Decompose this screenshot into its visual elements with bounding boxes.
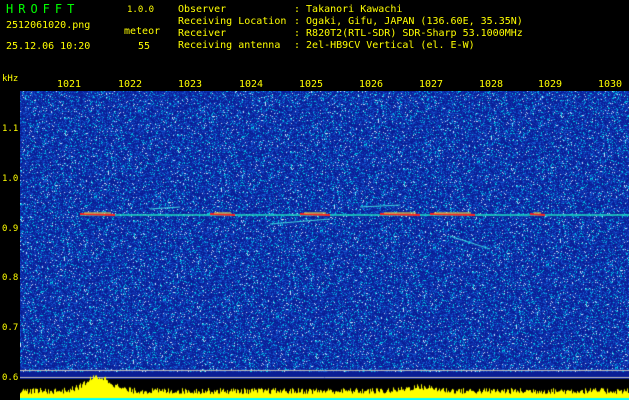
antenna-label: Receiving antenna bbox=[178, 40, 281, 51]
location-label: Receiving Location bbox=[178, 16, 287, 27]
antenna-value: : 2el-HB9CV Vertical (el. E-W) bbox=[294, 40, 475, 51]
receiver-value: : R820T2(RTL-SDR) SDR-Sharp 53.1000MHz bbox=[294, 28, 523, 39]
y-tick-1-0: 1.0 bbox=[2, 174, 19, 184]
file-datetime: 25.12.06 10:20 bbox=[6, 41, 91, 52]
app-title: HROFFT bbox=[6, 2, 80, 16]
receiver-label: Receiver bbox=[178, 28, 227, 39]
y-tick-0-9: 0.9 bbox=[2, 224, 19, 234]
x-tick-1025: 1025 bbox=[299, 79, 324, 90]
x-tick-1024: 1024 bbox=[239, 79, 264, 90]
y-tick-0-8: 0.8 bbox=[2, 273, 19, 283]
header-panel: HROFFT 1.0.0 2512061020.png 25.12.06 10:… bbox=[0, 0, 629, 84]
x-tick-1030: 1030 bbox=[598, 79, 623, 90]
location-value: : Ogaki, Gifu, JAPAN (136.60E, 35.35N) bbox=[294, 16, 523, 27]
x-tick-1027: 1027 bbox=[419, 79, 444, 90]
unit-label: kHz bbox=[2, 74, 19, 84]
x-tick-1028: 1028 bbox=[479, 79, 504, 90]
observer-value: : Takanori Kawachi bbox=[294, 4, 403, 15]
y-tick-0-6: 0.6 bbox=[2, 373, 19, 383]
x-tick-1026: 1026 bbox=[359, 79, 384, 90]
x-tick-1022: 1022 bbox=[118, 79, 143, 90]
spectrogram-plot bbox=[20, 91, 629, 400]
meteor-label: meteor bbox=[124, 26, 161, 37]
x-tick-1021: 1021 bbox=[57, 79, 82, 90]
x-tick-1029: 1029 bbox=[538, 79, 563, 90]
app-version: 1.0.0 bbox=[127, 5, 155, 15]
meteor-count: 55 bbox=[138, 41, 151, 52]
y-tick-0-7: 0.7 bbox=[2, 323, 19, 333]
y-tick-1-1: 1.1 bbox=[2, 124, 19, 134]
file-name: 2512061020.png bbox=[6, 20, 91, 31]
observer-label: Observer bbox=[178, 4, 227, 15]
x-tick-1023: 1023 bbox=[178, 79, 203, 90]
